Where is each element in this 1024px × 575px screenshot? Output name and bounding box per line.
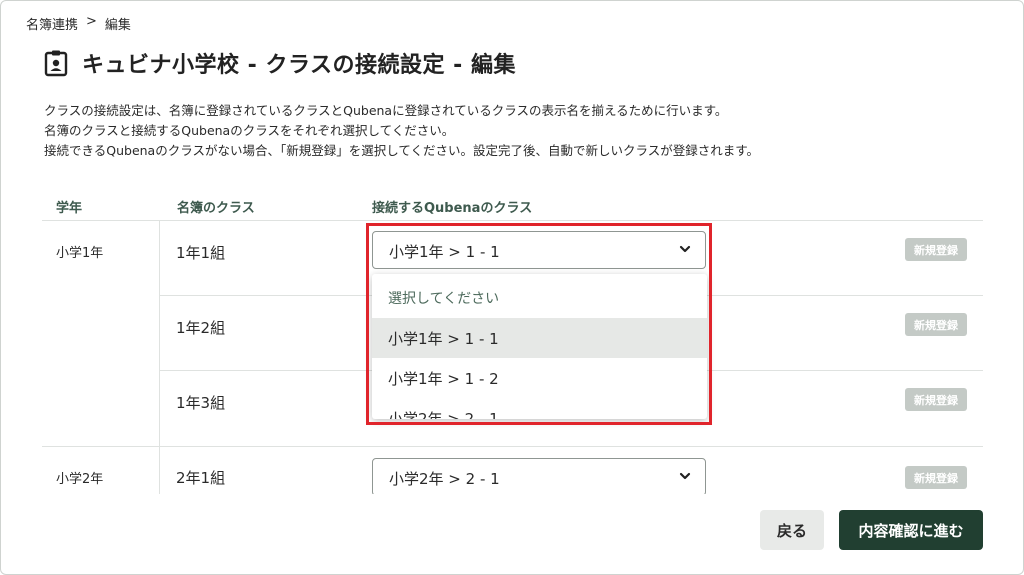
class-name: 1年1組 [176,244,226,262]
new-register-button[interactable]: 新規登録 [905,388,967,411]
title-row: キュビナ小学校 - クラスの接続設定 - 編集 [44,47,516,79]
breadcrumb-current: 編集 [104,18,131,33]
header-qubena-class: 接続するQubenaのクラス [372,201,533,216]
chevron-down-icon [679,472,691,480]
back-button[interactable]: 戻る [760,510,824,550]
qubena-class-select[interactable]: 小学2年 > 2 - 1 [372,458,706,494]
new-register-button[interactable]: 新規登録 [905,313,967,336]
header-roster-class: 名簿のクラス [177,201,255,216]
breadcrumb-separator: > [86,14,97,29]
grade-label: 小学1年 [56,246,104,261]
new-register-button[interactable]: 新規登録 [905,466,967,489]
header-grade: 学年 [56,201,83,216]
page-title: キュビナ小学校 - クラスの接続設定 - 編集 [82,53,516,78]
select-value: 小学2年 > 2 - 1 [389,470,500,488]
description-line: 名簿のクラスと接続するQubenaのクラスをそれぞれ選択してください。 [44,123,455,138]
grade-label: 小学2年 [56,472,104,487]
highlight-box [366,223,712,425]
description: クラスの接続設定は、名簿に登録されているクラスとQubenaに登録されているクラ… [44,101,759,161]
clipboard-badge-icon [44,50,68,77]
class-name: 1年3組 [176,394,226,412]
confirm-next-button[interactable]: 内容確認に進む [839,510,983,550]
class-name: 2年1組 [176,469,226,487]
description-line: クラスの接続設定は、名簿に登録されているクラスとQubenaに登録されているクラ… [44,103,728,118]
breadcrumb-link-roster[interactable]: 名簿連携 [26,14,78,33]
breadcrumb: 名簿連携 > 編集 [26,14,131,33]
class-name: 1年2組 [176,319,226,337]
grade-group-2: 小学2年 2年1組 新規登録 小学2年 > 2 - 1 [42,447,983,494]
description-line: 接続できるQubenaのクラスがない場合、「新規登録」を選択してください。設定完… [44,143,759,158]
new-register-button[interactable]: 新規登録 [905,238,967,261]
table-header: 学年 名簿のクラス 接続するQubenaのクラス [42,190,983,221]
